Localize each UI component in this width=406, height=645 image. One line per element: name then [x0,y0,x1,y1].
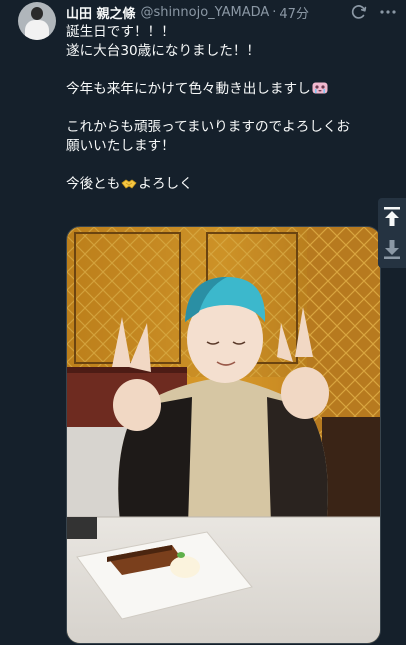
sync-icon[interactable] [350,3,368,21]
user-handle[interactable]: @shinnojo_YAMADA [141,5,270,20]
text-line: これからも頑張ってまいりますのでよろしくお [66,119,351,135]
scroll-to-bottom-button[interactable] [378,234,406,266]
text-line: 今後とも よろしく [66,176,193,192]
text-line: 誕生日です！！！ [66,24,175,40]
tweet-text: 誕生日です！！！ 遂に大台30歳になりました！！ 今年も来年にかけて色々動き出し… [66,23,386,194]
scroll-buttons [378,198,406,268]
more-dots-icon[interactable] [378,2,398,22]
separator: · [272,4,277,20]
photo-content [67,227,380,643]
tweet[interactable]: 山田 親之條 @shinnojo_YAMADA · 47分 誕生日です！！！ 遂… [0,0,406,645]
scroll-to-top-button[interactable] [378,201,406,233]
scroll-to-bottom-icon [384,240,400,259]
handshake-emoji [121,179,137,189]
tweet-header: 山田 親之條 @shinnojo_YAMADA · 47分 [66,3,309,22]
display-name[interactable]: 山田 親之條 [66,3,136,22]
text-line: 願いいたします！ [66,138,175,154]
text-line: 遂に大台30歳になりました！！ [66,43,261,59]
tweet-photo[interactable] [66,226,381,644]
scroll-to-top-icon [384,207,400,226]
crying-face-emoji [312,82,328,94]
timestamp[interactable]: 47分 [279,3,309,22]
text-line: 今年も来年にかけて色々動き出しますし [66,80,386,99]
avatar[interactable] [18,2,56,40]
